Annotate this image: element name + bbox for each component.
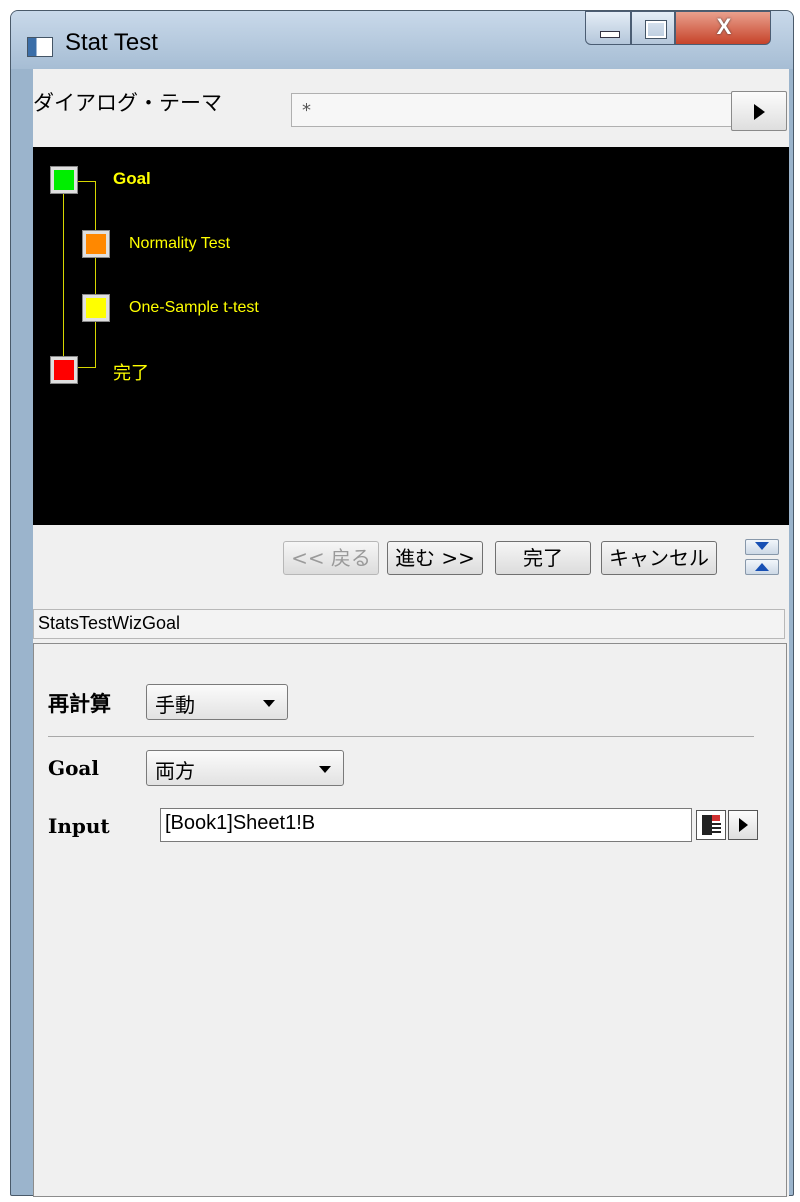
tree-node-goal-label[interactable]: Goal <box>113 169 151 189</box>
dialog-client-area: ダイアログ・テーマ * Goal Normality Test One-Samp… <box>33 69 789 1197</box>
cancel-button[interactable]: キャンセル <box>601 541 717 575</box>
tree-connector <box>63 187 64 371</box>
recalculate-dropdown[interactable]: 手動 <box>146 684 288 720</box>
triangle-down-icon <box>755 542 769 550</box>
theme-tree-name-field: StatsTestWizGoal <box>33 609 785 639</box>
close-icon: X <box>716 14 732 39</box>
worksheet-select-icon-rows <box>712 823 721 835</box>
wizard-tree-panel: Goal Normality Test One-Sample t-test 完了 <box>33 147 789 525</box>
triangle-up-icon <box>755 563 769 571</box>
dialog-theme-label: ダイアログ・テーマ <box>33 91 222 115</box>
tree-node-normality-box[interactable] <box>82 230 110 258</box>
triangle-right-icon <box>754 104 765 120</box>
tree-connector <box>76 181 96 182</box>
worksheet-select-icon <box>702 815 712 835</box>
tree-connector <box>76 367 96 368</box>
close-button[interactable]: X <box>675 11 771 45</box>
input-label: Input <box>48 814 110 838</box>
finish-button[interactable]: 完了 <box>495 541 591 575</box>
stat-test-window: Stat Test X ダイアログ・テーマ * Goal Normality T… <box>10 10 794 1197</box>
maximize-icon <box>645 20 667 39</box>
range-menu-button[interactable] <box>728 810 758 840</box>
recalculate-label: 再計算 <box>48 691 111 716</box>
goal-label: Goal <box>48 756 99 780</box>
dialog-theme-menu-button[interactable] <box>731 91 787 131</box>
tree-node-finish-box[interactable] <box>50 356 78 384</box>
title-bar[interactable]: Stat Test X <box>11 11 793 69</box>
chevron-down-icon <box>263 700 275 707</box>
tree-node-normality-label[interactable]: Normality Test <box>129 235 230 253</box>
dialog-theme-field[interactable]: * <box>291 93 735 127</box>
goal-dropdown[interactable]: 両方 <box>146 750 344 786</box>
tree-connector <box>95 181 96 367</box>
triangle-right-icon <box>739 818 748 832</box>
next-button[interactable]: 進む >> <box>387 541 483 575</box>
tree-node-goal-box[interactable] <box>50 166 78 194</box>
chevron-down-icon <box>319 766 331 773</box>
input-range-field[interactable]: [Book1]Sheet1!B <box>160 808 692 842</box>
goal-value: 両方 <box>155 759 195 783</box>
divider <box>48 736 754 737</box>
window-title: Stat Test <box>65 29 158 56</box>
tree-node-ttest-box[interactable] <box>82 294 110 322</box>
maximize-button[interactable] <box>631 11 675 45</box>
back-button[interactable]: << 戻る <box>283 541 379 575</box>
minimize-icon <box>600 31 620 38</box>
expand-button[interactable] <box>745 539 779 555</box>
collapse-button[interactable] <box>745 559 779 575</box>
tree-node-ttest-label[interactable]: One-Sample t-test <box>129 299 259 317</box>
recalculate-value: 手動 <box>155 693 195 717</box>
minimize-button[interactable] <box>585 11 631 45</box>
tree-node-finish-label[interactable]: 完了 <box>113 359 149 385</box>
worksheet-select-icon-marker <box>712 815 720 821</box>
select-range-button[interactable] <box>696 810 726 840</box>
settings-panel: 再計算 手動 Goal 両方 Input [Book1]Sheet1!B <box>33 643 787 1197</box>
app-icon <box>27 37 53 57</box>
